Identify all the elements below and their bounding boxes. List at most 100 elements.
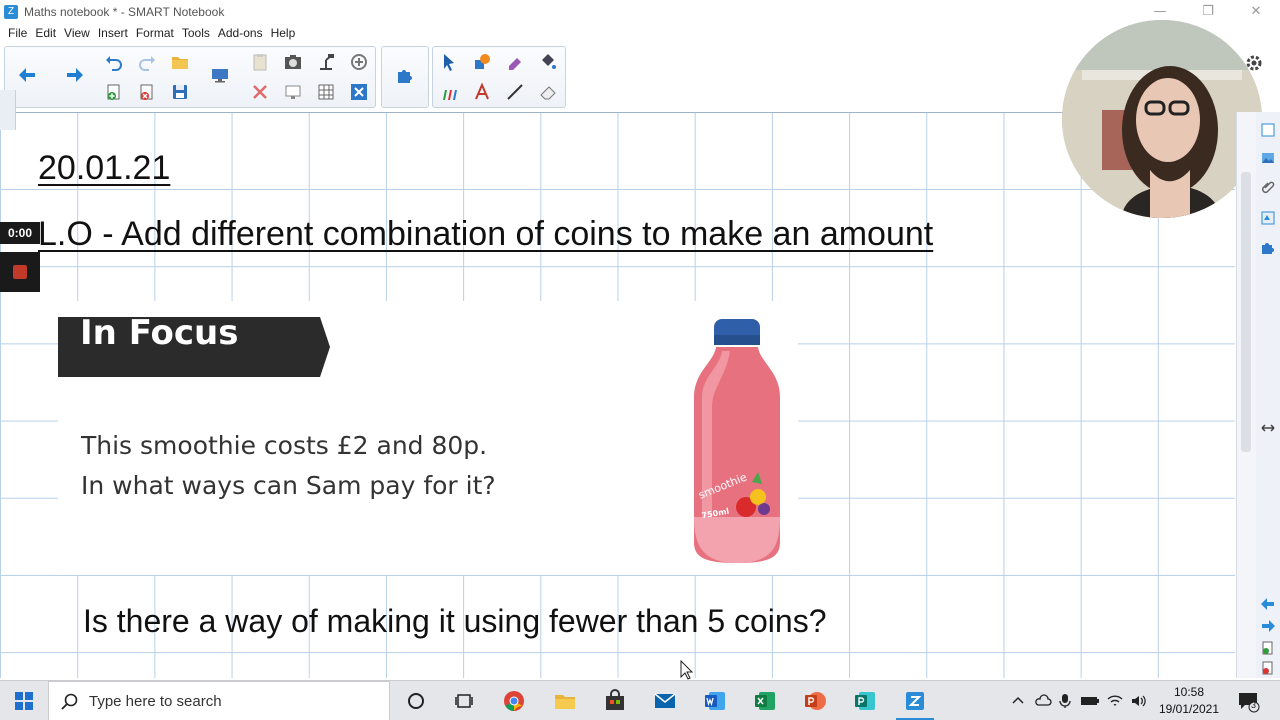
store-bag-icon bbox=[606, 689, 624, 710]
onedrive-cloud-icon[interactable] bbox=[1034, 693, 1052, 709]
publisher-taskbar-button[interactable] bbox=[851, 687, 879, 715]
magic-pen-button[interactable] bbox=[501, 49, 529, 75]
menu-edit[interactable]: Edit bbox=[31, 26, 60, 40]
excel-taskbar-button[interactable] bbox=[751, 687, 779, 715]
next-page-button[interactable] bbox=[60, 62, 88, 88]
table-icon bbox=[318, 84, 334, 100]
maximize-button[interactable]: ❐ bbox=[1184, 0, 1232, 24]
wifi-icon[interactable] bbox=[1106, 693, 1124, 709]
smart-notebook-taskbar-button[interactable] bbox=[901, 687, 929, 715]
resize-arrows-icon[interactable] bbox=[1260, 420, 1276, 436]
menu-view[interactable]: View bbox=[60, 26, 94, 40]
speaker-icon[interactable] bbox=[1130, 693, 1148, 709]
presenter-video-icon bbox=[1062, 20, 1262, 218]
vertical-scrollbar[interactable] bbox=[1236, 112, 1256, 678]
windows-logo-icon bbox=[15, 692, 33, 710]
eraser-tool-button[interactable] bbox=[534, 79, 562, 105]
paste-button[interactable] bbox=[246, 49, 274, 75]
attachments-icon[interactable] bbox=[1260, 178, 1276, 194]
menu-insert[interactable]: Insert bbox=[94, 26, 132, 40]
chevron-up-icon[interactable] bbox=[1010, 693, 1026, 709]
eraser-icon bbox=[540, 86, 556, 100]
screen: Z Maths notebook * - SMART Notebook — ❐ … bbox=[0, 0, 1280, 720]
windows-taskbar: Type here to search 10:58 19/01/2021 3 bbox=[0, 680, 1280, 720]
close-button[interactable]: ✕ bbox=[1232, 0, 1280, 24]
insert-table-button[interactable] bbox=[312, 79, 340, 105]
cortana-circle-icon bbox=[408, 693, 424, 709]
redo-button[interactable] bbox=[133, 49, 161, 75]
gear-icon bbox=[1246, 55, 1262, 71]
full-screen-button[interactable] bbox=[279, 79, 307, 105]
response-button[interactable] bbox=[345, 49, 373, 75]
page-add-icon[interactable] bbox=[1260, 640, 1276, 656]
menu-help[interactable]: Help bbox=[267, 26, 300, 40]
undo-icon bbox=[106, 56, 122, 71]
left-panel-toggle[interactable] bbox=[0, 90, 16, 130]
screen-shade-button[interactable] bbox=[206, 62, 234, 88]
follow-up-question[interactable]: Is there a way of making it using fewer … bbox=[83, 603, 827, 640]
select-tool-button[interactable] bbox=[435, 49, 463, 75]
word-taskbar-button[interactable] bbox=[701, 687, 729, 715]
shapes-tool-button[interactable] bbox=[468, 49, 496, 75]
page-delete-icon[interactable] bbox=[1260, 660, 1276, 676]
eraser-magic-icon bbox=[509, 58, 521, 70]
menu-add-ons[interactable]: Add-ons bbox=[214, 26, 267, 40]
add-ons-button[interactable] bbox=[391, 62, 419, 88]
save-button[interactable] bbox=[166, 79, 194, 105]
battery-icon[interactable] bbox=[1080, 693, 1100, 709]
document-camera-button[interactable] bbox=[312, 49, 340, 75]
taskbar-clock[interactable]: 10:58 19/01/2021 bbox=[1152, 684, 1226, 718]
microphone-icon[interactable] bbox=[1058, 693, 1072, 709]
action-center-button[interactable]: 3 bbox=[1236, 689, 1260, 713]
close-tools-button[interactable] bbox=[345, 79, 373, 105]
task-view-icon bbox=[455, 694, 473, 708]
in-focus-image[interactable]: In Focus This smoothie costs £2 and 80p.… bbox=[58, 301, 798, 575]
chrome-taskbar-button[interactable] bbox=[500, 687, 528, 715]
gallery-icon[interactable] bbox=[1260, 150, 1276, 166]
page-forward-icon[interactable] bbox=[1260, 618, 1276, 634]
arrow-right-icon bbox=[67, 68, 83, 82]
menu-format[interactable]: Format bbox=[132, 26, 178, 40]
fill-tool-button[interactable] bbox=[534, 49, 562, 75]
settings-button[interactable] bbox=[1240, 50, 1268, 76]
taskbar-search-box[interactable]: Type here to search bbox=[48, 681, 390, 720]
menu-file[interactable]: File bbox=[4, 26, 31, 40]
powerpoint-taskbar-button[interactable] bbox=[801, 687, 829, 715]
menu-bar: File Edit View Insert Format Tools Add-o… bbox=[0, 24, 299, 42]
page-back-icon[interactable] bbox=[1260, 596, 1276, 612]
store-taskbar-button[interactable] bbox=[601, 687, 629, 715]
word-icon bbox=[705, 692, 725, 710]
lesson-date[interactable]: 20.01.21 bbox=[38, 149, 170, 188]
scroll-thumb[interactable] bbox=[1241, 172, 1251, 452]
task-view-button[interactable] bbox=[450, 687, 478, 715]
properties-icon[interactable] bbox=[1260, 210, 1276, 226]
add-page-button[interactable] bbox=[100, 79, 128, 105]
file-explorer-taskbar-button[interactable] bbox=[551, 687, 579, 715]
cortana-button[interactable] bbox=[402, 687, 430, 715]
open-file-button[interactable] bbox=[166, 49, 194, 75]
start-button[interactable] bbox=[0, 681, 48, 720]
arrow-left-icon bbox=[19, 68, 35, 82]
add-ons-tab-icon[interactable] bbox=[1260, 240, 1276, 256]
pens-tool-button[interactable] bbox=[435, 79, 463, 105]
smart-notebook-icon: Z bbox=[4, 5, 18, 19]
search-icon bbox=[61, 693, 78, 710]
delete-button[interactable] bbox=[246, 79, 274, 105]
monitor-icon bbox=[212, 69, 228, 83]
previous-page-button[interactable] bbox=[14, 62, 42, 88]
pens-icon bbox=[443, 90, 457, 100]
undo-button[interactable] bbox=[100, 49, 128, 75]
text-tool-button[interactable] bbox=[468, 79, 496, 105]
screen-capture-button[interactable] bbox=[279, 49, 307, 75]
mail-taskbar-button[interactable] bbox=[651, 687, 679, 715]
add-page-icon bbox=[107, 84, 120, 100]
publisher-icon bbox=[855, 692, 875, 710]
notebook-page-canvas[interactable]: 20.01.21 L.O - Add different combination… bbox=[0, 112, 1235, 678]
delete-page-button[interactable] bbox=[133, 79, 161, 105]
menu-tools[interactable]: Tools bbox=[178, 26, 214, 40]
line-tool-button[interactable] bbox=[501, 79, 529, 105]
learning-objective[interactable]: L.O - Add different combination of coins… bbox=[38, 215, 933, 254]
document-camera-icon bbox=[320, 54, 334, 70]
stop-recording-button[interactable] bbox=[0, 252, 40, 292]
page-sorter-icon[interactable] bbox=[1260, 122, 1276, 138]
